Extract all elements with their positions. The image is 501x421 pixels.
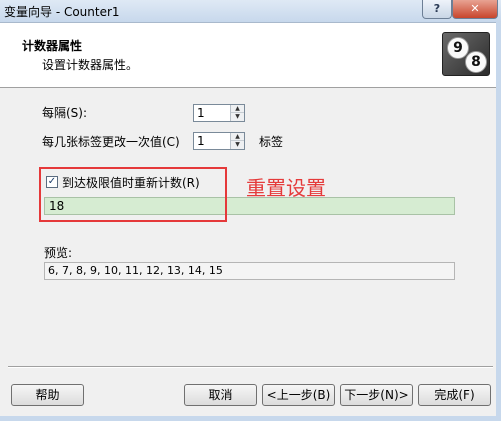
interval-stepper[interactable]: 1 ▲ ▼: [193, 104, 245, 122]
stepper-buttons: ▲ ▼: [230, 133, 244, 149]
spin-down-icon[interactable]: ▼: [231, 113, 244, 121]
title-bar: 变量向导 - Counter1 ? ✕: [0, 0, 501, 23]
preview-label: 预览:: [44, 246, 73, 260]
labels-per-change-stepper[interactable]: 1 ▲ ▼: [193, 132, 245, 150]
wizard-header: 计数器属性 设置计数器属性。 9 8: [0, 23, 501, 88]
labels-per-change-value: 1: [197, 134, 205, 148]
page-subtitle: 设置计数器属性。: [42, 58, 139, 72]
cancel-button[interactable]: 取消: [184, 384, 257, 406]
interval-label: 每隔(S):: [42, 106, 88, 120]
finish-button[interactable]: 完成(F): [418, 384, 491, 406]
spin-up-icon[interactable]: ▲: [231, 105, 244, 113]
window-title: 变量向导 - Counter1: [4, 5, 120, 19]
labels-per-change-label: 每几张标签更改一次值(C): [42, 135, 180, 149]
labels-unit: 标签: [259, 135, 284, 149]
annotation-text: 重置设置: [246, 176, 326, 200]
counter-logo-icon: 9 8: [442, 32, 490, 76]
close-icon[interactable]: ✕: [452, 0, 498, 19]
back-button[interactable]: <上一步(B): [262, 384, 335, 406]
help-button[interactable]: 帮助: [11, 384, 84, 406]
page-title: 计数器属性: [22, 39, 83, 53]
stepper-buttons: ▲ ▼: [230, 105, 244, 121]
window-frame: [496, 22, 501, 421]
interval-value: 1: [197, 106, 205, 120]
logo-digit: 8: [465, 51, 487, 73]
preview-field: 6, 7, 8, 9, 10, 11, 12, 13, 14, 15: [44, 262, 455, 280]
help-icon[interactable]: ?: [422, 0, 452, 19]
next-button[interactable]: 下一步(N)>: [340, 384, 413, 406]
spin-up-icon[interactable]: ▲: [231, 133, 244, 141]
window-frame: [0, 416, 501, 421]
highlight-box: [39, 167, 227, 222]
spin-down-icon[interactable]: ▼: [231, 141, 244, 149]
divider: [8, 366, 493, 368]
